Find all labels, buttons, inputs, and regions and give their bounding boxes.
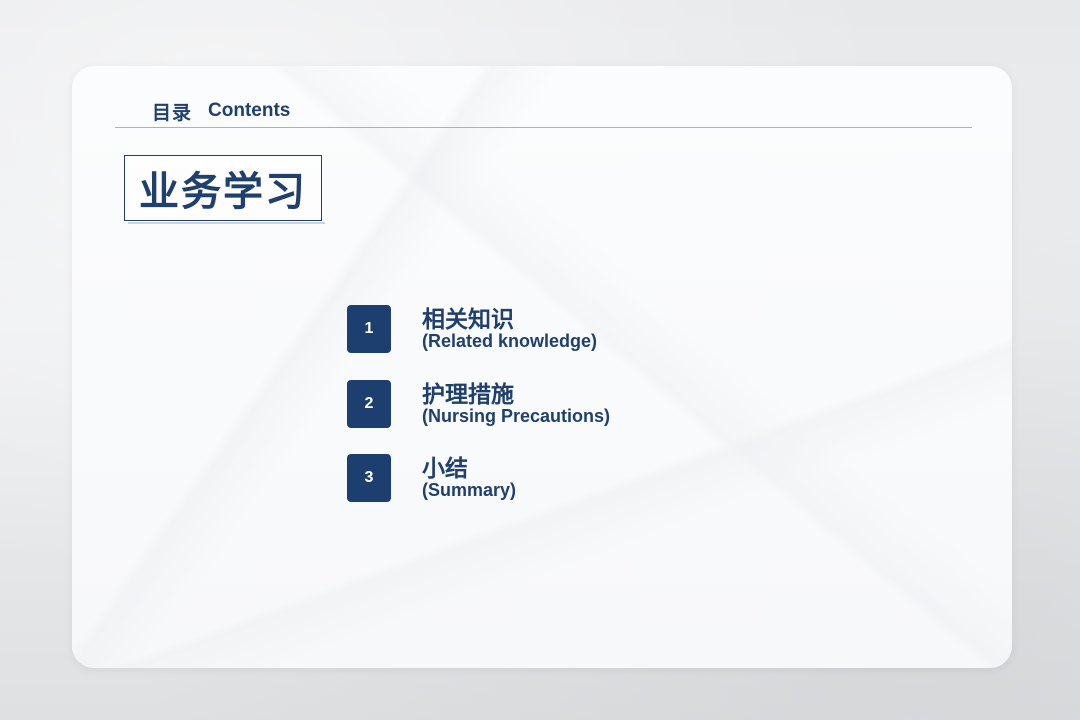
- toc-item-title-cn: 小结: [422, 455, 468, 481]
- toc-item-related-knowledge[interactable]: 1 相关知识 (Related knowledge): [347, 300, 667, 356]
- toc-item-title-cn: 相关知识: [422, 306, 514, 332]
- toc-item-title-en: (Nursing Precautions): [422, 406, 611, 426]
- toc-item-title-cn: 护理措施: [422, 381, 514, 407]
- toc-number-badge: 1: [347, 305, 391, 353]
- header-title-en: Contents: [208, 100, 291, 121]
- header-title-cn: 目录: [152, 102, 193, 124]
- toc-item-title-en: (Summary): [422, 480, 517, 500]
- section-title-box: 业务学习: [124, 155, 325, 224]
- toc-item-nursing-precautions[interactable]: 2 护理措施 (Nursing Precautions): [347, 375, 667, 431]
- toc-number-badge: 2: [347, 380, 391, 428]
- toc-item-summary[interactable]: 3 小结 (Summary): [347, 449, 667, 505]
- toc-number-badge: 3: [347, 454, 391, 502]
- header-divider: [115, 127, 972, 128]
- section-title: 业务学习: [139, 170, 307, 214]
- toc-item-title-en: (Related knowledge): [422, 331, 598, 351]
- contents-header: 目录 Contents: [152, 97, 290, 125]
